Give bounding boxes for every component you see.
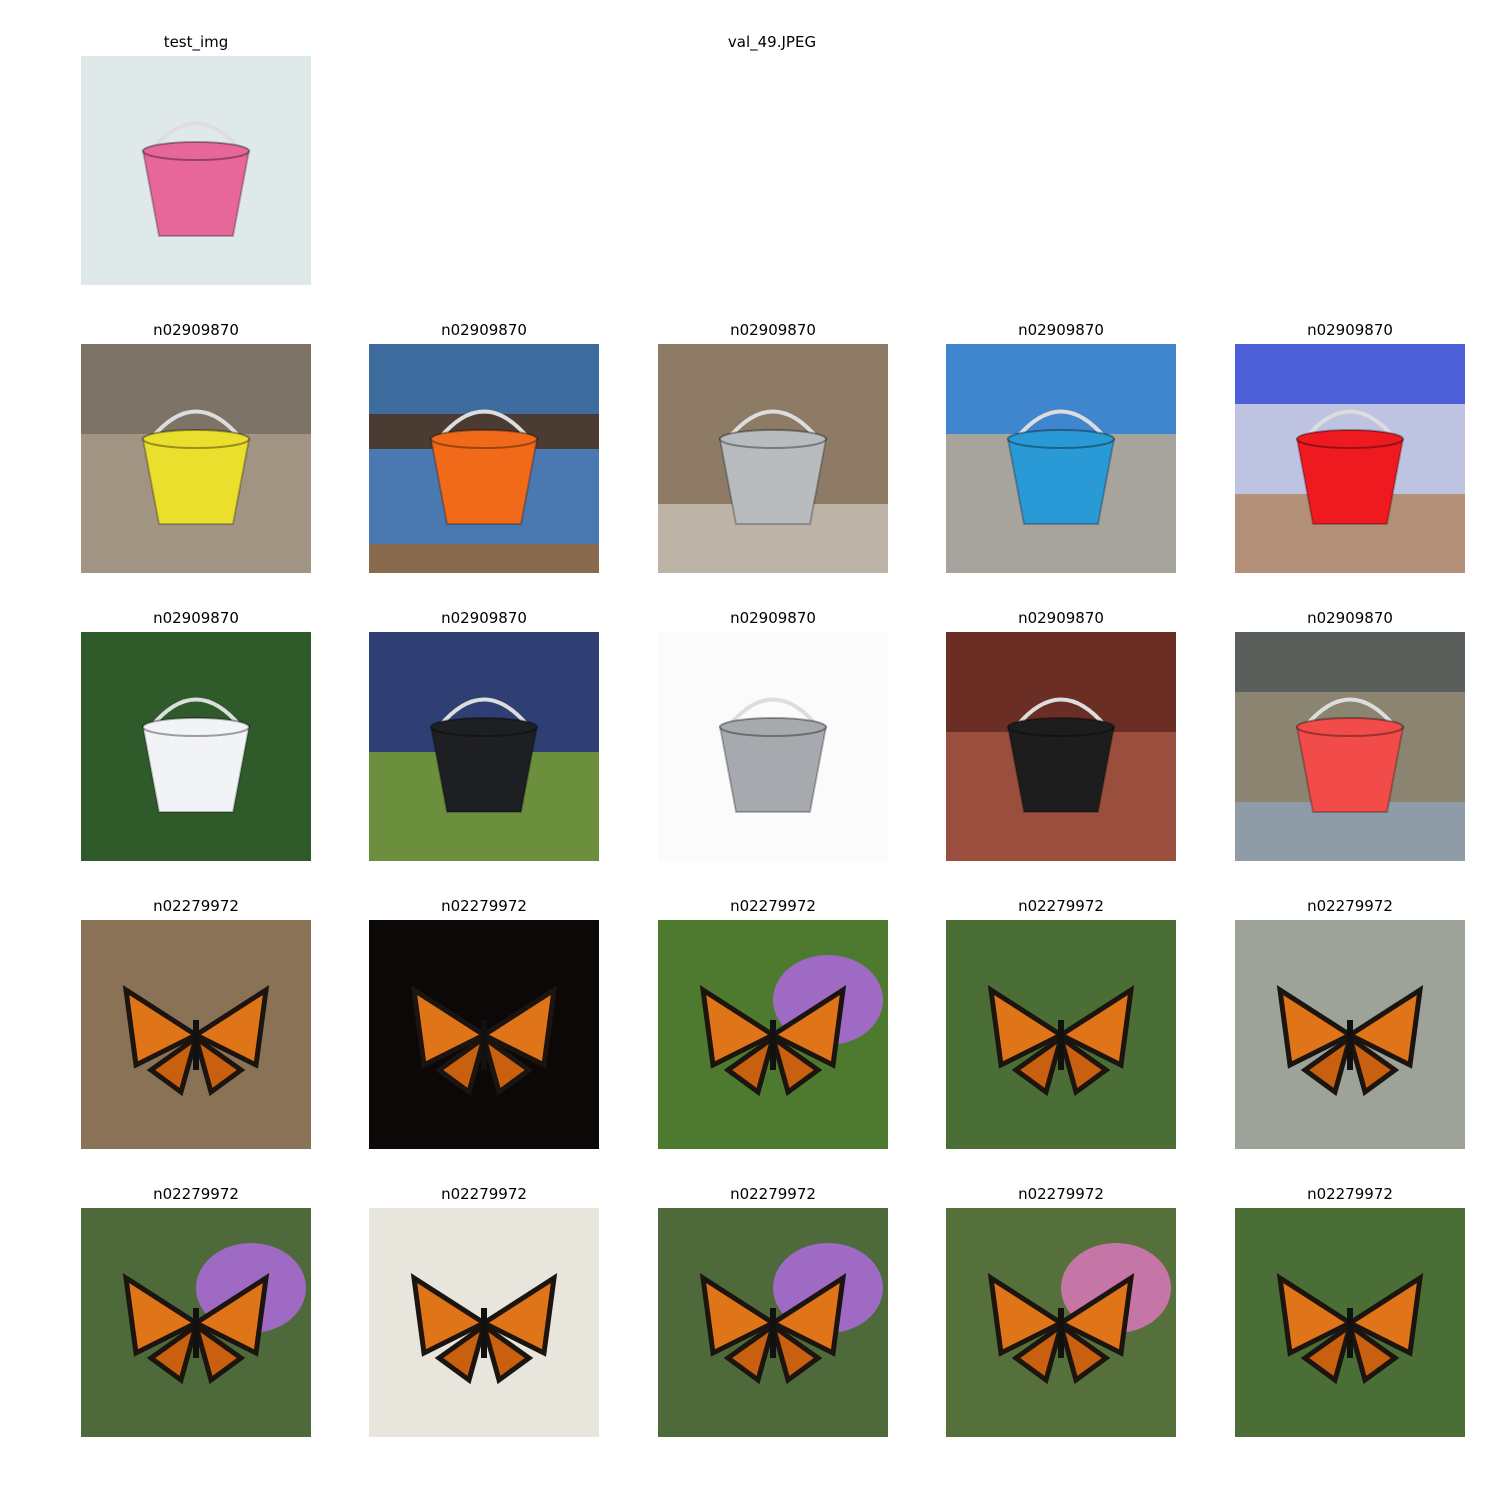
result-image (369, 344, 599, 573)
photo-illustration (81, 56, 311, 285)
tile-label: n02279972 (1307, 1185, 1393, 1203)
photo-illustration (81, 920, 311, 1149)
result-image (658, 632, 888, 861)
tile-label: n02279972 (1018, 1185, 1104, 1203)
result-image (946, 1208, 1176, 1437)
tile-label: n02909870 (1018, 321, 1104, 339)
photo-illustration (658, 344, 888, 573)
photo-illustration (658, 632, 888, 861)
tile-label: n02279972 (1307, 897, 1393, 915)
photo-illustration (1235, 920, 1465, 1149)
photo-illustration (369, 344, 599, 573)
result-image (81, 632, 311, 861)
photo-illustration (946, 920, 1176, 1149)
tile-label: n02909870 (730, 321, 816, 339)
photo-illustration (1235, 1208, 1465, 1437)
tile-label: n02909870 (1307, 321, 1393, 339)
tile-label: n02279972 (730, 897, 816, 915)
result-image (81, 920, 311, 1149)
result-image (369, 632, 599, 861)
result-image (946, 632, 1176, 861)
tile-label: n02909870 (441, 609, 527, 627)
result-image (81, 344, 311, 573)
result-image (1235, 344, 1465, 573)
photo-illustration (369, 632, 599, 861)
tile-label: n02279972 (441, 1185, 527, 1203)
result-image (658, 344, 888, 573)
photo-illustration (946, 632, 1176, 861)
result-image (369, 1208, 599, 1437)
tile-label: n02909870 (1307, 609, 1393, 627)
result-image (946, 344, 1176, 573)
photo-illustration (658, 1208, 888, 1437)
tile-label: n02909870 (441, 321, 527, 339)
photo-illustration (81, 632, 311, 861)
tile-label: n02909870 (730, 609, 816, 627)
result-image (81, 1208, 311, 1437)
tile-label: n02909870 (1018, 609, 1104, 627)
tile-label: n02279972 (1018, 897, 1104, 915)
tile-label: n02279972 (153, 1185, 239, 1203)
result-image (1235, 920, 1465, 1149)
photo-illustration (369, 920, 599, 1149)
photo-illustration (369, 1208, 599, 1437)
tile-label: n02909870 (153, 321, 239, 339)
query-image (81, 56, 311, 285)
tile-label: n02909870 (153, 609, 239, 627)
tile-label: n02279972 (441, 897, 527, 915)
result-image (946, 920, 1176, 1149)
result-image (658, 920, 888, 1149)
photo-illustration (658, 920, 888, 1149)
query-filename-title: val_49.JPEG (727, 33, 817, 51)
result-image (1235, 1208, 1465, 1437)
result-image (658, 1208, 888, 1437)
photo-illustration (946, 1208, 1176, 1437)
photo-illustration (946, 344, 1176, 573)
result-image (1235, 632, 1465, 861)
tile-label: n02279972 (730, 1185, 816, 1203)
photo-illustration (1235, 632, 1465, 861)
photo-illustration (1235, 344, 1465, 573)
result-image (369, 920, 599, 1149)
photo-illustration (81, 1208, 311, 1437)
query-image-label: test_img (163, 33, 229, 51)
photo-illustration (81, 344, 311, 573)
tile-label: n02279972 (153, 897, 239, 915)
